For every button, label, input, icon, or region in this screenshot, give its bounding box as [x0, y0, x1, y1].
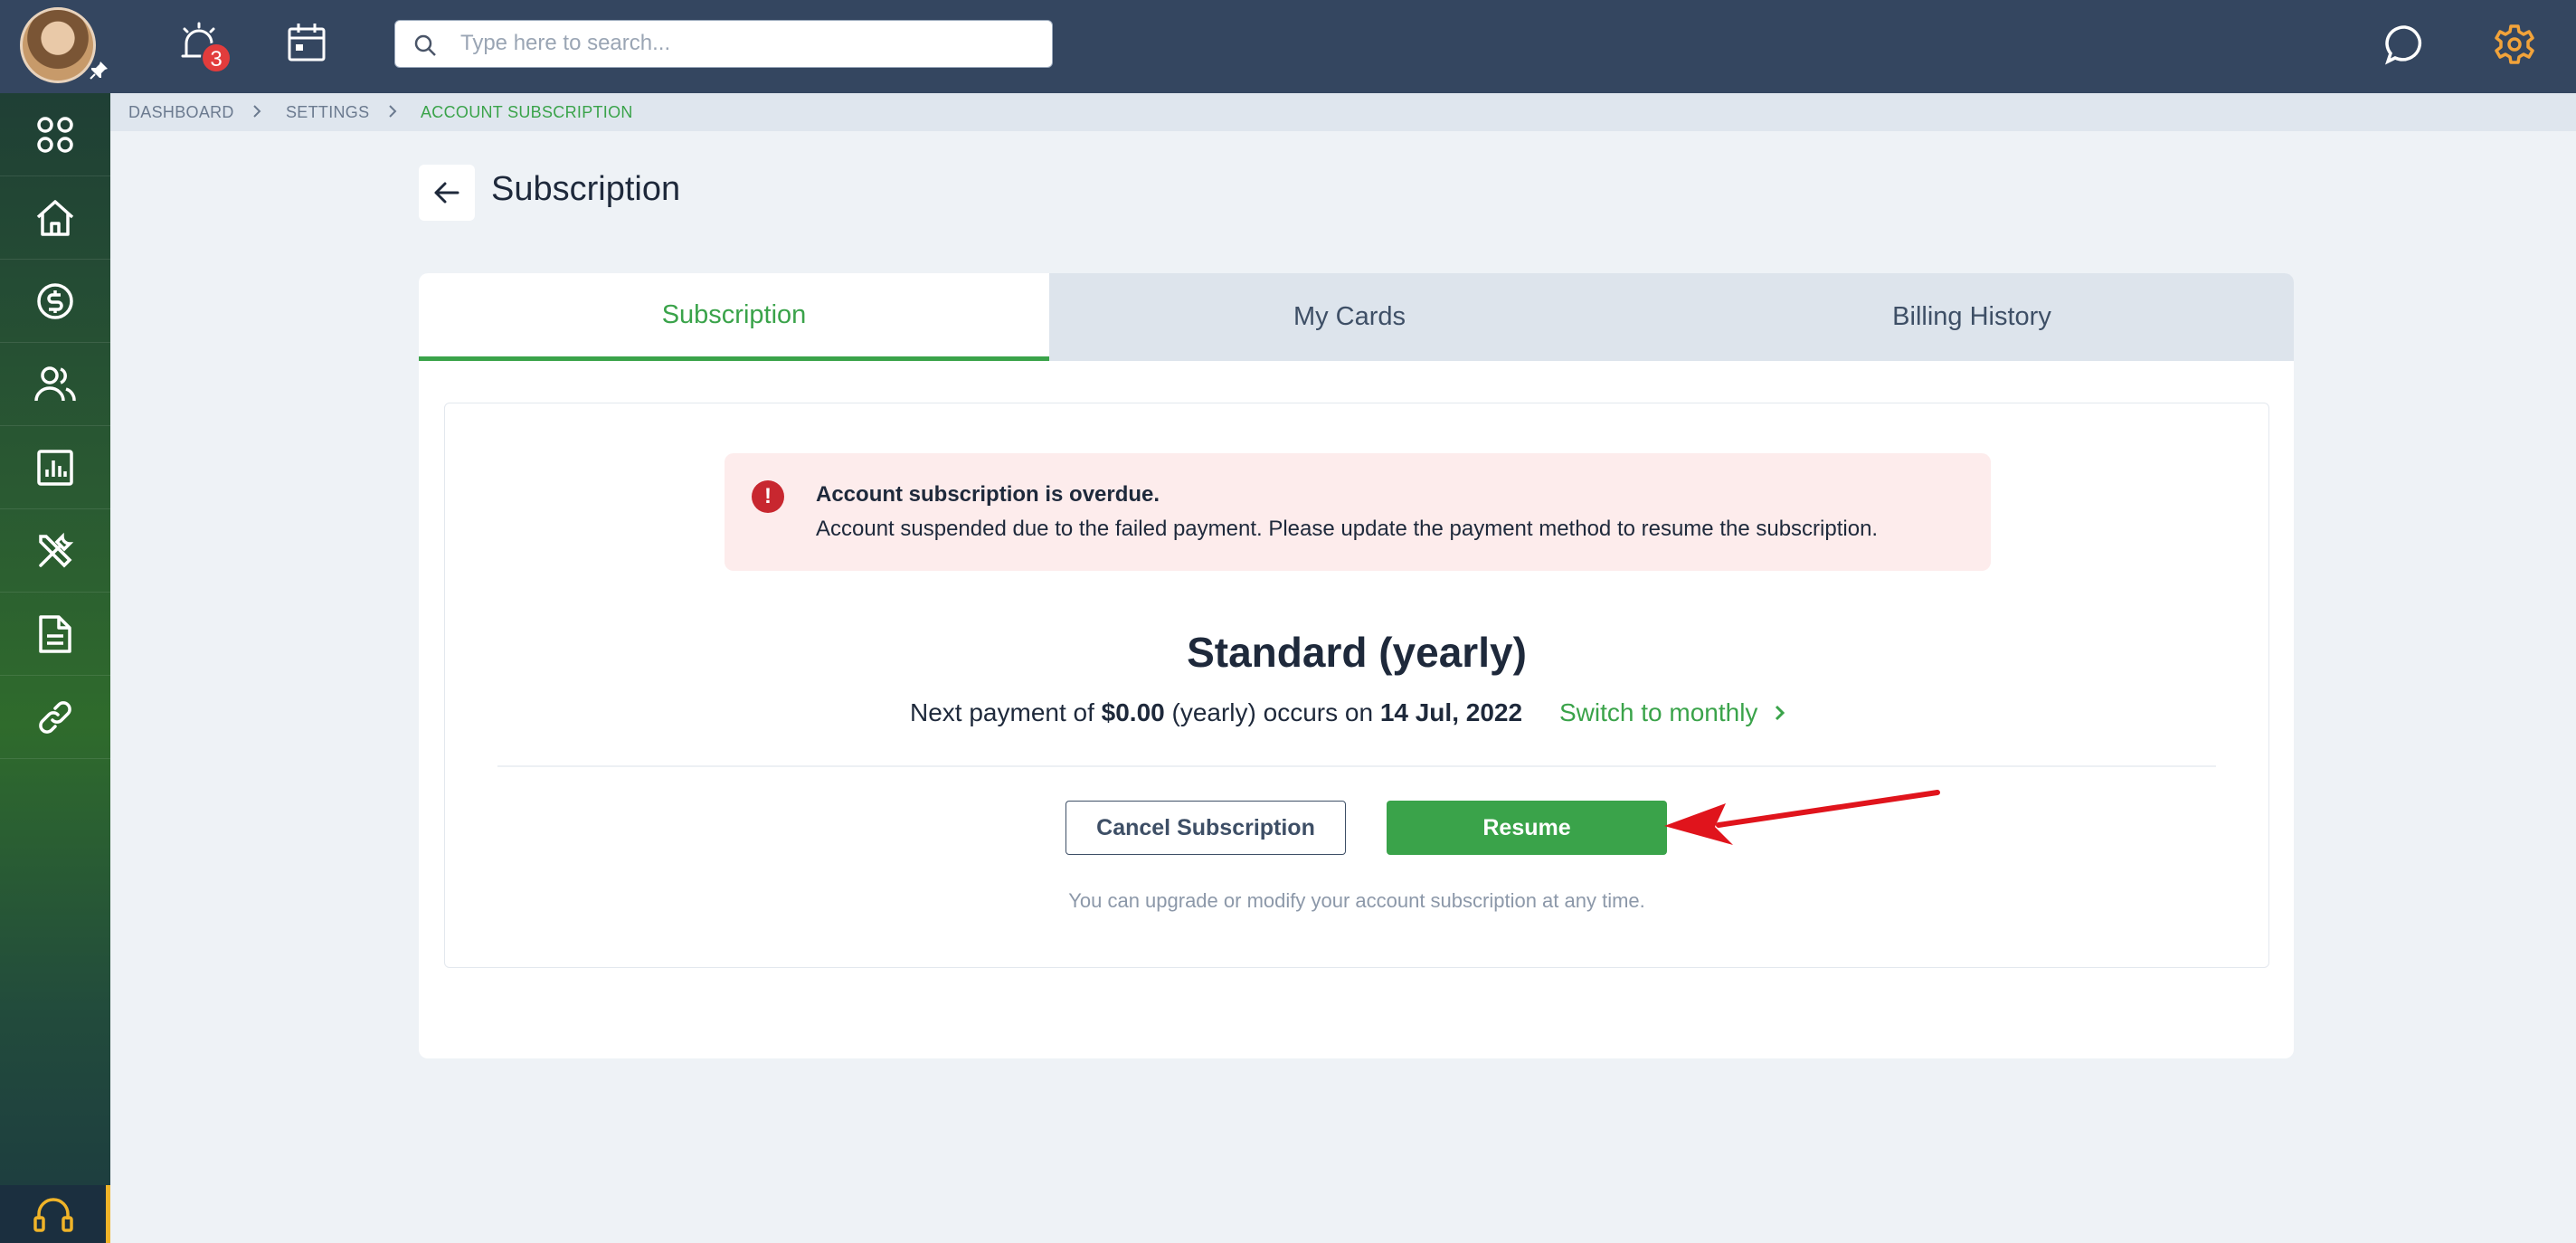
sidebar-item-reports[interactable]: [0, 426, 110, 509]
sidebar: [0, 93, 110, 1243]
tab-subscription[interactable]: Subscription: [419, 273, 1049, 361]
document-icon: [39, 614, 71, 653]
gear-icon[interactable]: [2493, 23, 2536, 66]
resume-button[interactable]: Resume: [1387, 801, 1667, 855]
overdue-alert: ! Account subscription is overdue. Accou…: [724, 453, 1991, 571]
switch-link-label: Switch to monthly: [1559, 698, 1758, 726]
switch-to-monthly-link[interactable]: Switch to monthly: [1559, 698, 1786, 727]
avatar[interactable]: [20, 7, 96, 83]
back-button[interactable]: [419, 165, 475, 221]
breadcrumb-dashboard[interactable]: DASHBOARD: [128, 103, 234, 122]
subscription-panel: ! Account subscription is overdue. Accou…: [444, 403, 2269, 968]
exclamation-icon: !: [752, 480, 784, 513]
link-icon: [39, 700, 71, 734]
search-icon: [414, 34, 436, 56]
tab-my-cards[interactable]: My Cards: [1049, 273, 1650, 361]
calendar-icon[interactable]: [284, 20, 331, 67]
next-payment-info: Next payment of $0.00 (yearly) occurs on…: [910, 698, 1522, 727]
home-icon: [36, 199, 74, 236]
payment-period: (yearly) occurs on: [1171, 698, 1374, 726]
breadcrumb: DASHBOARD SETTINGS ACCOUNT SUBSCRIPTION: [110, 93, 2576, 131]
tools-icon: [39, 532, 74, 567]
annotation-arrow-icon: [1664, 790, 1940, 845]
sidebar-item-documents[interactable]: [0, 593, 110, 676]
chevron-right-icon: [253, 105, 261, 118]
tab-billing-history[interactable]: Billing History: [1650, 273, 2294, 361]
sidebar-item-apps[interactable]: [0, 93, 110, 176]
headset-icon: [33, 1198, 73, 1232]
search-box[interactable]: [394, 20, 1053, 68]
alert-title: Account subscription is overdue.: [816, 482, 1160, 507]
sidebar-item-support[interactable]: [0, 1185, 110, 1243]
users-icon: [34, 365, 76, 401]
chart-icon: [37, 449, 73, 486]
cancel-subscription-button[interactable]: Cancel Subscription: [1065, 801, 1346, 855]
tab-bar: Subscription My Cards Billing History: [419, 273, 2294, 361]
plan-name: Standard (yearly): [1187, 629, 1527, 676]
sidebar-item-tools[interactable]: [0, 509, 110, 593]
payment-prefix: Next payment of: [910, 698, 1094, 726]
sidebar-item-users[interactable]: [0, 343, 110, 426]
alert-message: Account suspended due to the failed paym…: [816, 517, 1879, 541]
sidebar-item-finance[interactable]: [0, 260, 110, 343]
payment-amount: $0.00: [1101, 698, 1165, 726]
breadcrumb-account-subscription: ACCOUNT SUBSCRIPTION: [421, 103, 633, 121]
chevron-right-icon: [1776, 705, 1785, 721]
alerts-count-badge: 3: [201, 43, 232, 73]
subscription-card: Subscription My Cards Billing History ! …: [419, 273, 2294, 1058]
top-bar: 3: [0, 0, 2576, 93]
dollar-icon: [37, 282, 73, 319]
breadcrumb-settings[interactable]: SETTINGS: [286, 103, 369, 122]
sidebar-item-home[interactable]: [0, 176, 110, 260]
chevron-right-icon: [389, 105, 397, 118]
page-title: Subscription: [491, 170, 681, 208]
apps-icon: [37, 116, 73, 153]
subscription-hint: You can upgrade or modify your account s…: [1068, 889, 1645, 912]
sidebar-item-links[interactable]: [0, 676, 110, 759]
payment-date: 14 Jul, 2022: [1379, 698, 1523, 726]
search-input[interactable]: [460, 21, 1039, 66]
pin-icon[interactable]: [88, 60, 109, 81]
chat-icon[interactable]: [2382, 22, 2428, 67]
divider: [497, 765, 2216, 767]
arrow-left-icon: [434, 182, 459, 204]
